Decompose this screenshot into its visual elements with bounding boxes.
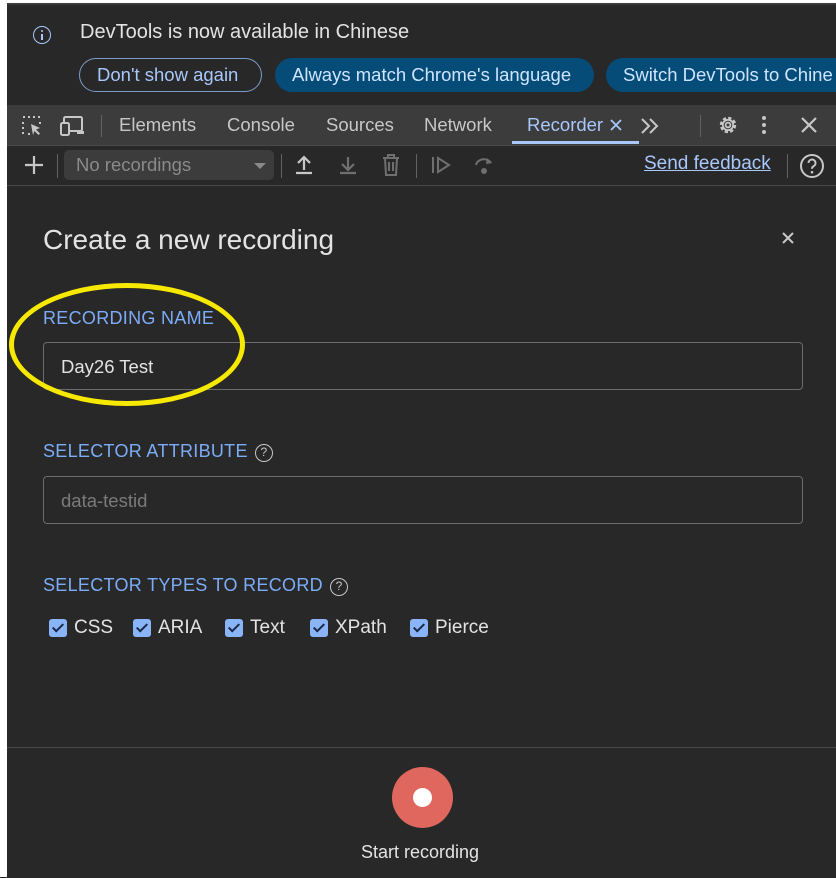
tab-sources[interactable]: Sources xyxy=(326,114,394,136)
recordings-select-value: No recordings xyxy=(76,154,192,175)
recording-name-label: RECORDING NAME xyxy=(43,308,215,328)
tab-recorder[interactable]: Recorder xyxy=(527,114,603,136)
delete-recording-icon[interactable] xyxy=(380,153,402,177)
tab-console[interactable]: Console xyxy=(227,114,295,136)
import-icon[interactable] xyxy=(337,154,359,176)
selector-attribute-label: SELECTOR ATTRIBUTE? xyxy=(43,441,273,462)
active-tab-indicator xyxy=(512,141,639,144)
switch-devtools-language-button[interactable]: Switch DevTools to Chine xyxy=(606,58,836,92)
selector-type-label: Pierce xyxy=(435,617,489,638)
toolbar-divider xyxy=(281,154,282,178)
selector-attribute-placeholder: data-testid xyxy=(61,490,148,511)
recording-name-value: Day26 Test xyxy=(61,356,154,377)
selector-type-label: CSS xyxy=(74,617,114,638)
send-feedback-link[interactable]: Send feedback xyxy=(644,153,771,175)
more-options-icon[interactable] xyxy=(759,114,769,136)
selector-types-label: SELECTOR TYPES TO RECORD? xyxy=(43,575,348,596)
tab-network[interactable]: Network xyxy=(424,114,492,136)
settings-gear-icon[interactable] xyxy=(716,113,740,137)
checkbox-checked-icon[interactable] xyxy=(133,619,151,637)
checkbox-checked-icon[interactable] xyxy=(410,619,428,637)
start-recording-label: Start recording xyxy=(361,842,480,862)
checkbox-checked-icon[interactable] xyxy=(225,619,243,637)
checkbox-checked-icon[interactable] xyxy=(310,619,328,637)
more-tabs-icon[interactable] xyxy=(639,116,661,136)
selector-type-label: ARIA xyxy=(158,617,203,638)
language-infobar: DevTools is now available in Chinese Don… xyxy=(7,5,836,105)
close-form-icon[interactable] xyxy=(777,227,799,249)
checkbox-checked-icon[interactable] xyxy=(49,619,67,637)
export-icon[interactable] xyxy=(293,154,315,176)
info-icon xyxy=(33,26,51,44)
selector-attribute-input[interactable]: data-testid xyxy=(43,476,803,524)
question-mark-icon[interactable]: ? xyxy=(329,578,348,596)
tab-elements[interactable]: Elements xyxy=(119,114,196,136)
infobar-message: DevTools is now available in Chinese xyxy=(80,21,410,43)
selector-type-label: Text xyxy=(250,617,285,638)
tab-bar-divider xyxy=(700,115,701,137)
selector-attribute-label-text: SELECTOR ATTRIBUTE xyxy=(43,441,248,461)
toolbar-divider xyxy=(416,154,417,178)
selector-type-label: XPath xyxy=(335,617,387,638)
recording-name-input[interactable]: Day26 Test xyxy=(43,342,803,390)
start-recording-button[interactable] xyxy=(392,767,453,828)
devtools-tab-bar: Elements Console Sources Network Recorde… xyxy=(7,105,836,146)
selector-types-label-text: SELECTOR TYPES TO RECORD xyxy=(43,575,323,595)
chevron-down-icon xyxy=(254,163,266,169)
create-recording-form: Create a new recording RECORDING NAME Da… xyxy=(7,186,836,746)
help-icon[interactable] xyxy=(799,153,825,179)
tab-bar-divider xyxy=(101,115,102,137)
close-devtools-icon[interactable] xyxy=(800,116,818,134)
always-match-language-button[interactable]: Always match Chrome's language xyxy=(275,58,594,92)
recorder-footer: Start recording xyxy=(7,747,836,878)
add-recording-icon[interactable] xyxy=(24,155,44,175)
form-title: Create a new recording xyxy=(43,224,335,255)
inspect-element-icon[interactable] xyxy=(20,114,44,138)
device-toolbar-icon[interactable] xyxy=(59,114,87,138)
toolbar-divider xyxy=(787,154,788,178)
question-mark-icon[interactable]: ? xyxy=(254,444,273,462)
recordings-select[interactable]: No recordings xyxy=(64,150,274,180)
step-over-icon[interactable] xyxy=(473,154,495,176)
replay-icon[interactable] xyxy=(430,155,452,175)
toolbar-divider xyxy=(57,154,58,178)
dont-show-again-button[interactable]: Don't show again xyxy=(79,58,262,92)
recorder-toolbar: No recordings Send feedback xyxy=(7,146,836,186)
close-tab-icon[interactable] xyxy=(610,119,622,131)
